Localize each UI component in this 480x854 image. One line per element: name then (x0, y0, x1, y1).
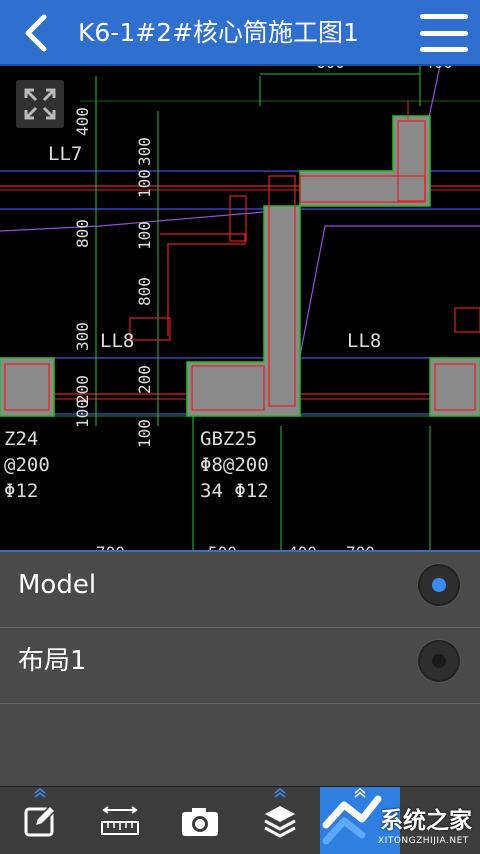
annotate-button[interactable] (0, 787, 80, 854)
radio-unselected-icon (432, 654, 446, 668)
back-button[interactable] (10, 8, 60, 58)
watermark-title: 系统之家 (380, 808, 472, 834)
fullscreen-button[interactable] (16, 80, 64, 128)
dim-200-mid: 200 (135, 365, 154, 394)
dim-400-top: 400 (424, 66, 453, 72)
dim-400-left: 400 (73, 107, 92, 136)
watermark: 系统之家 XITONGZHIJIA.NET (320, 787, 480, 854)
radio-selected-icon (432, 578, 446, 592)
dim-300-left: 300 (73, 322, 92, 351)
expand-icon (24, 88, 56, 120)
dim-100-mid: 100 (135, 169, 154, 198)
watermark-logo-icon (322, 795, 382, 845)
label-phi12-left: Φ12 (4, 480, 38, 502)
menu-icon-bar (420, 47, 468, 52)
drawing-canvas[interactable]: 400 800 300 200 100 300 100 100 800 200 … (0, 66, 480, 550)
menu-button[interactable] (420, 10, 468, 56)
label-z24: Z24 (4, 428, 38, 450)
menu-icon-bar (420, 30, 468, 36)
bottom-toolbar: 系统之家 XITONGZHIJIA.NET (0, 786, 480, 854)
camera-button[interactable] (160, 787, 240, 854)
label-at200: @200 (4, 454, 50, 476)
dim-100-bottom: 100 (135, 419, 154, 448)
chevron-left-icon (25, 14, 47, 52)
layout-radio-layout1[interactable] (418, 640, 460, 682)
dim-300-mid: 300 (135, 137, 154, 166)
label-phi8-200: Φ8@200 (200, 454, 269, 476)
camera-icon (182, 808, 218, 836)
layers-button[interactable] (240, 787, 320, 854)
title-bar: K6-1#2#核心筒施工图1 (0, 0, 480, 66)
layout-item-label: Model (18, 570, 97, 600)
layout-item-label: 布局1 (18, 646, 87, 676)
dim-800-mid: 800 (135, 277, 154, 306)
dim-100-left: 100 (73, 399, 92, 428)
dim-800-left: 800 (73, 219, 92, 248)
ruler-icon (101, 806, 139, 835)
layout-item-layout1[interactable]: 布局1 (0, 628, 480, 704)
app-screen: K6-1#2#核心筒施工图1 400 800 300 200 100 300 1… (0, 0, 480, 854)
layers-icon (264, 806, 296, 838)
label-gbz25: GBZ25 (200, 428, 257, 450)
dim-100-mid-b: 100 (135, 221, 154, 250)
label-ll8-right: LL8 (347, 330, 381, 352)
label-ll7: LL7 (48, 143, 82, 165)
layout-item-model[interactable]: Model (0, 552, 480, 628)
layout-radio-model[interactable] (418, 564, 460, 606)
dim-700-bottom-b: 700 (346, 543, 375, 550)
edit-icon (24, 804, 57, 837)
label-ll8-left: LL8 (100, 330, 134, 352)
layout-panel: Model 布局1 (0, 550, 480, 786)
page-title: K6-1#2#核心筒施工图1 (78, 18, 359, 47)
dim-400-bottom: 400 (288, 543, 317, 550)
chevron-up-icon (274, 788, 286, 798)
cad-drawing: 400 800 300 200 100 300 100 100 800 200 … (0, 66, 480, 550)
measure-button[interactable] (80, 787, 160, 854)
watermark-subtitle: XITONGZHIJIA.NET (378, 836, 469, 846)
dim-600-top: 600 (316, 66, 345, 72)
dim-500-bottom: 500 (208, 543, 237, 550)
chevron-up-icon (34, 788, 46, 798)
dim-700-bottom: 700 (96, 543, 125, 550)
menu-icon-bar (420, 14, 468, 19)
label-phi12-right: 34 Φ12 (200, 480, 269, 502)
